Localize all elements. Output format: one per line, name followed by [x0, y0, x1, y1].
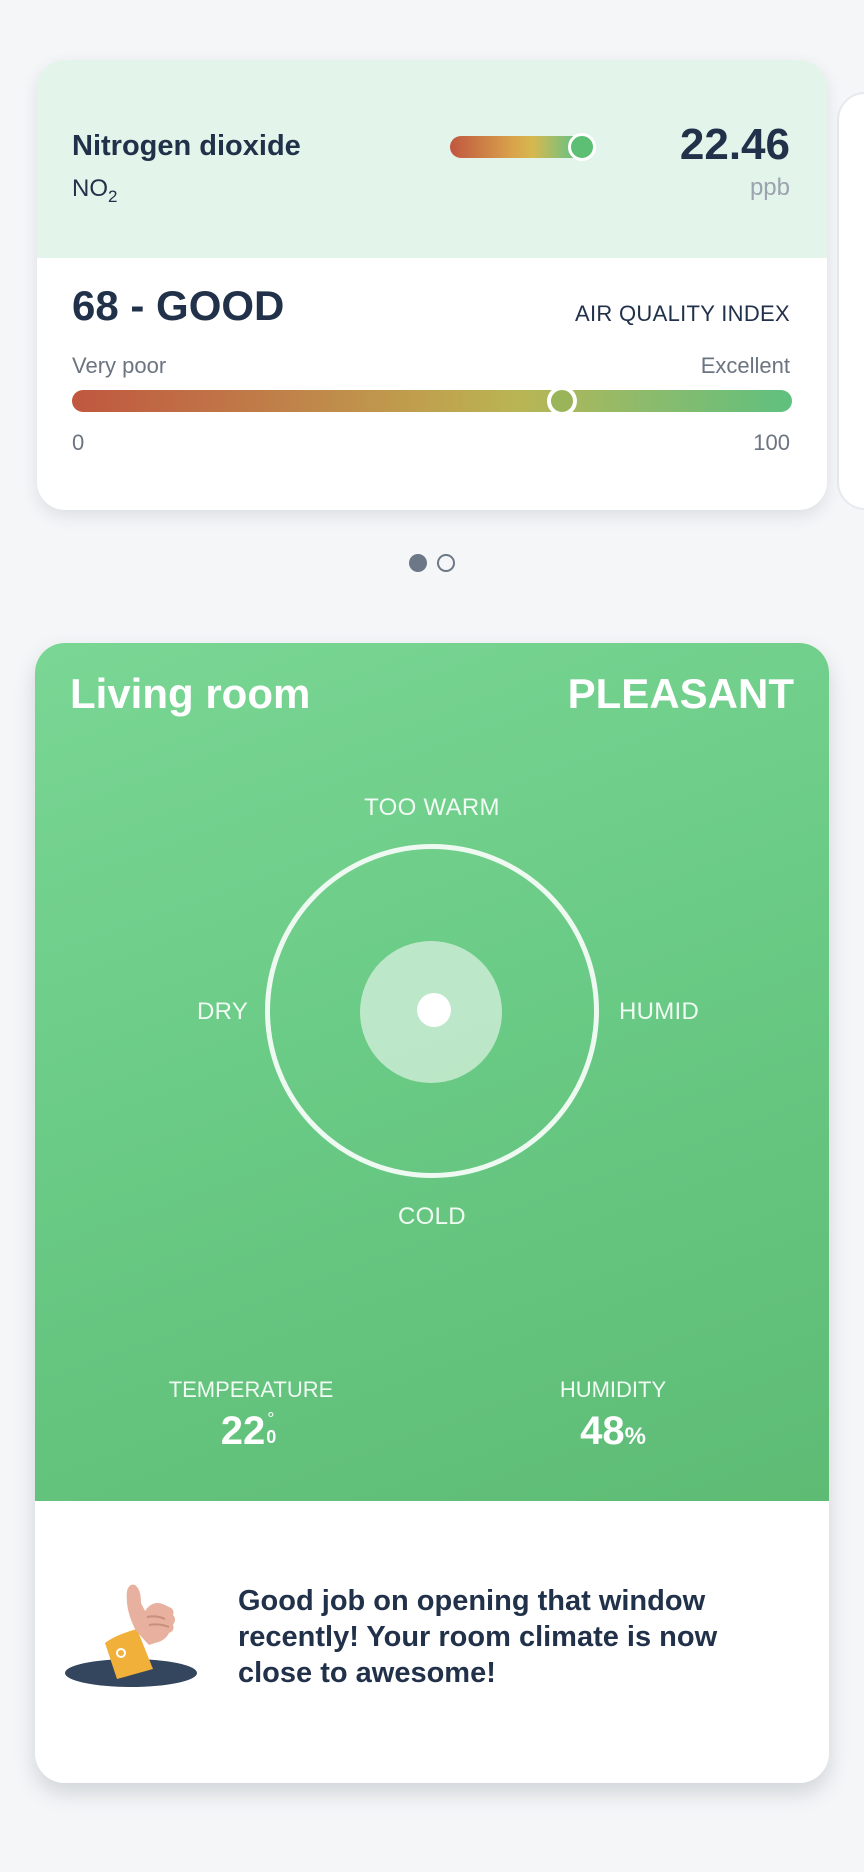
scale-low-label: Very poor: [72, 353, 167, 378]
thumbs-up-illustration: [65, 1584, 197, 1687]
scale-min: 0: [72, 430, 85, 455]
temperature-integer: 22: [220, 1409, 266, 1453]
pollutant-formula-base: NO: [72, 175, 108, 202]
next-air-quality-card-peek[interactable]: [837, 92, 864, 510]
comfort-label-cold: COLD: [398, 1203, 466, 1230]
air-quality-marker: [546, 386, 577, 416]
pollutant-unit: ppb: [749, 174, 790, 201]
pollutant-row[interactable]: Nitrogen dioxide NO2 22.46 ppb: [37, 60, 827, 258]
tip-section: Good job on opening that window recently…: [35, 1501, 829, 1783]
scale-high-label: Excellent: [700, 353, 790, 378]
humidity-label: HUMIDITY: [559, 1377, 667, 1402]
room-name: Living room: [70, 670, 311, 717]
pollutant-name: Nitrogen dioxide: [72, 130, 301, 162]
page-indicator: [409, 554, 455, 572]
tip-message: Good job on opening that window recently…: [238, 1585, 718, 1689]
pollutant-value: 22.46: [679, 120, 790, 169]
humidity-value: 48%: [493, 1409, 733, 1454]
room-status: PLEASANT: [567, 670, 794, 717]
pollutant-formula-subscript: 2: [108, 187, 118, 206]
air-quality-card[interactable]: Nitrogen dioxide NO2 22.46 ppb 68 - GOOD…: [37, 60, 827, 510]
comfort-label-dry: DRY: [197, 998, 249, 1025]
pollutant-level-marker: [568, 133, 597, 161]
page-dot-inactive[interactable]: [437, 554, 455, 572]
air-quality-scale-bar: [72, 390, 792, 412]
pollutant-formula: NO2: [72, 175, 117, 207]
humidity-unit: %: [624, 1423, 646, 1450]
temperature-decimal: 0: [266, 1427, 277, 1447]
scale-max: 100: [753, 430, 790, 455]
comfort-label-humid: HUMID: [619, 998, 700, 1025]
room-climate-panel: Living room PLEASANT TOO WARM DRY HUMID …: [35, 643, 829, 1501]
room-climate-card[interactable]: Living room PLEASANT TOO WARM DRY HUMID …: [35, 643, 829, 1783]
humidity-number: 48: [580, 1409, 625, 1453]
current-climate-dot: [417, 993, 451, 1027]
temperature-value: 22 ° 0: [131, 1409, 371, 1454]
air-quality-index-headline: 68 - GOOD: [72, 282, 285, 329]
comfort-label-too-warm: TOO WARM: [364, 794, 500, 821]
temperature-label: TEMPERATURE: [168, 1377, 334, 1402]
page-dot-active[interactable]: [409, 554, 427, 572]
air-quality-index-label: AIR QUALITY INDEX: [575, 301, 790, 326]
